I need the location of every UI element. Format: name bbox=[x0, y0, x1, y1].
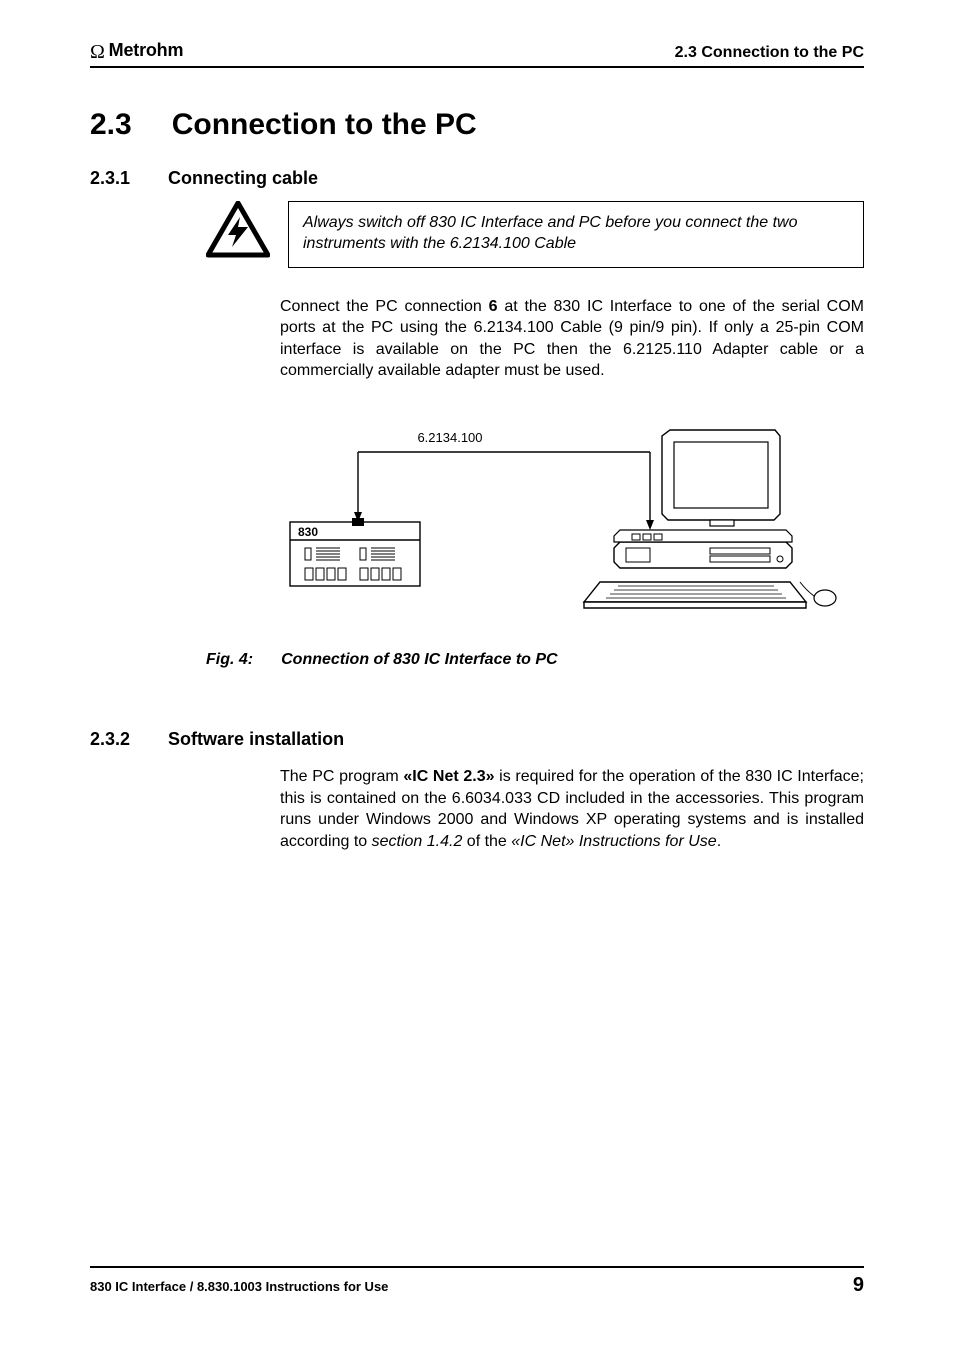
subsection-1-paragraph: Connect the PC connection 6 at the 830 I… bbox=[280, 296, 864, 382]
subsection-1-heading: 2.3.1 Connecting cable bbox=[90, 168, 864, 189]
figure-caption-text: Connection of 830 IC Interface to PC bbox=[281, 651, 557, 669]
figure-device-label: 830 bbox=[298, 525, 318, 539]
page: Ω Metrohm 2.3 Connection to the PC 2.3 C… bbox=[0, 0, 954, 1351]
figure-caption: Fig. 4: Connection of 830 IC Interface t… bbox=[206, 651, 864, 669]
subsection-2-paragraph: The PC program «IC Net 2.3» is required … bbox=[280, 766, 864, 852]
figure-cable-label: 6.2134.100 bbox=[417, 430, 482, 445]
brand-omega-icon: Ω bbox=[90, 42, 105, 62]
footer-page-number: 9 bbox=[853, 1274, 864, 1297]
brand-logo: Ω Metrohm bbox=[90, 40, 183, 61]
figure-caption-label: Fig. 4: bbox=[206, 651, 253, 669]
figure-4-svg: 6.2134.100 830 bbox=[280, 422, 840, 632]
figure-pc bbox=[584, 430, 836, 608]
p2-d: . bbox=[717, 833, 721, 850]
subsection-2-body: The PC program «IC Net 2.3» is required … bbox=[280, 766, 864, 852]
figure-830-device: 830 bbox=[290, 518, 420, 586]
page-footer: 830 IC Interface / 8.830.1003 Instructio… bbox=[90, 1266, 864, 1297]
subsection-2-number: 2.3.2 bbox=[90, 729, 130, 750]
section-heading: 2.3 Connection to the PC bbox=[90, 108, 864, 142]
footer-doc-title: 830 IC Interface / 8.830.1003 Instructio… bbox=[90, 1279, 388, 1294]
subsection-1-body: Connect the PC connection 6 at the 830 I… bbox=[280, 296, 864, 382]
subsection-2-title: Software installation bbox=[168, 729, 344, 750]
section-title: Connection to the PC bbox=[172, 108, 477, 142]
subsection-1-number: 2.3.1 bbox=[90, 168, 130, 189]
p2-a: The PC program bbox=[280, 768, 403, 785]
page-header: Ω Metrohm 2.3 Connection to the PC bbox=[90, 40, 864, 68]
warning-row: Always switch off 830 IC Interface and P… bbox=[206, 201, 864, 268]
p2-bold: «IC Net 2.3» bbox=[403, 768, 494, 785]
p1-text-a: Connect the PC connection bbox=[280, 298, 489, 315]
p2-c: of the bbox=[462, 833, 511, 850]
warning-text: Always switch off 830 IC Interface and P… bbox=[303, 214, 797, 253]
subsection-2-heading: 2.3.2 Software installation bbox=[90, 729, 864, 750]
subsection-1-title: Connecting cable bbox=[168, 168, 318, 189]
p2-ital2: «IC Net» Instructions for Use bbox=[511, 833, 716, 850]
p1-bold-6: 6 bbox=[489, 298, 498, 315]
section-number: 2.3 bbox=[90, 108, 132, 142]
warning-box: Always switch off 830 IC Interface and P… bbox=[288, 201, 864, 268]
warning-icon bbox=[206, 201, 270, 259]
figure-4: 6.2134.100 830 bbox=[280, 422, 864, 637]
brand-name: Metrohm bbox=[109, 40, 184, 61]
header-section-label: 2.3 Connection to the PC bbox=[675, 44, 864, 62]
p2-ital1: section 1.4.2 bbox=[372, 833, 463, 850]
